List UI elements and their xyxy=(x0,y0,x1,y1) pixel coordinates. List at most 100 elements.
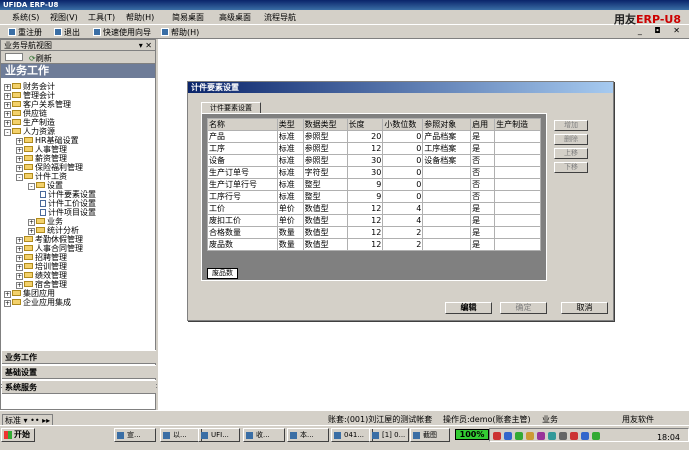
table-cell[interactable]: 是 xyxy=(470,202,496,215)
table-cell[interactable]: 单价 xyxy=(276,202,304,215)
table-cell[interactable]: 工价 xyxy=(207,202,278,215)
help-button[interactable]: 帮助(H) xyxy=(161,27,199,38)
scrap-count-label[interactable]: 废品数 xyxy=(207,268,238,279)
column-header[interactable]: 类型 xyxy=(276,118,304,131)
menu-view[interactable]: 视图(V) xyxy=(50,12,78,23)
table-cell[interactable] xyxy=(422,190,472,203)
column-header[interactable]: 启用 xyxy=(470,118,496,131)
table-cell[interactable]: 标准 xyxy=(276,166,304,179)
taskbar-task[interactable]: 以... xyxy=(160,428,202,442)
taskbar-task[interactable]: 截图 xyxy=(410,428,450,442)
tree-node[interactable]: + 集团应用 xyxy=(4,289,55,298)
table-cell[interactable]: 12 xyxy=(346,214,384,227)
table-cell[interactable]: 否 xyxy=(470,190,496,203)
expand-toggle-icon[interactable]: + xyxy=(16,255,23,262)
table-cell[interactable] xyxy=(494,202,541,215)
tray-icon[interactable] xyxy=(559,432,567,440)
table-row[interactable]: 合格数量 数量 数值型 12 2 是 xyxy=(207,226,541,239)
tree-node[interactable]: + 生产制造 xyxy=(4,118,55,127)
table-cell[interactable]: 数值型 xyxy=(302,238,348,251)
table-cell[interactable]: 0 xyxy=(382,190,424,203)
table-cell[interactable]: 废品数 xyxy=(207,238,278,251)
table-cell[interactable]: 0 xyxy=(382,154,424,167)
table-cell[interactable]: 2 xyxy=(382,226,424,239)
expand-toggle-icon[interactable]: + xyxy=(16,282,23,289)
table-cell[interactable]: 否 xyxy=(470,178,496,191)
table-cell[interactable]: 参照型 xyxy=(302,154,348,167)
expand-toggle-icon[interactable]: + xyxy=(4,111,11,118)
tree-node[interactable]: + 保险福利管理 xyxy=(16,163,83,172)
column-header[interactable]: 长度 xyxy=(346,118,384,131)
tree-node[interactable]: + 宿舍管理 xyxy=(16,280,67,289)
table-cell[interactable] xyxy=(422,166,472,179)
table-cell[interactable]: 9 xyxy=(346,178,384,191)
table-cell[interactable]: 30 xyxy=(346,154,384,167)
tree-node[interactable]: + 绩效管理 xyxy=(16,271,67,280)
exit-button[interactable]: 退出 xyxy=(54,27,80,38)
expand-toggle-icon[interactable]: + xyxy=(4,300,11,307)
window-controls[interactable]: _ ◘ ✕ xyxy=(638,26,685,35)
table-cell[interactable]: 产品档案 xyxy=(422,130,472,143)
move-up-button[interactable]: 上移 xyxy=(554,148,588,159)
table-cell[interactable]: 设备档案 xyxy=(422,154,472,167)
taskbar-task[interactable]: UFI... xyxy=(198,428,240,442)
tray-icon[interactable] xyxy=(592,432,600,440)
expand-toggle-icon[interactable]: + xyxy=(16,273,23,280)
table-cell[interactable]: 12 xyxy=(346,142,384,155)
expand-toggle-icon[interactable]: + xyxy=(4,120,11,127)
table-cell[interactable] xyxy=(494,166,541,179)
table-cell[interactable]: 12 xyxy=(346,238,384,251)
table-cell[interactable]: 字符型 xyxy=(302,166,348,179)
tray-icon[interactable] xyxy=(581,432,589,440)
taskbar-task[interactable]: 041... xyxy=(331,428,373,442)
table-cell[interactable] xyxy=(422,214,472,227)
expand-toggle-icon[interactable]: + xyxy=(28,219,35,226)
tree-node[interactable]: - 设置 xyxy=(28,181,63,190)
table-row[interactable]: 生产订单行号 标准 整型 9 0 否 xyxy=(207,178,541,191)
column-header[interactable]: 参照对象 xyxy=(422,118,472,131)
menu-help[interactable]: 帮助(H) xyxy=(126,12,154,23)
table-cell[interactable]: 30 xyxy=(346,166,384,179)
table-cell[interactable] xyxy=(422,202,472,215)
table-cell[interactable]: 0 xyxy=(382,142,424,155)
table-cell[interactable]: 标准 xyxy=(276,130,304,143)
table-cell[interactable]: 标准 xyxy=(276,190,304,203)
table-cell[interactable]: 工序 xyxy=(207,142,278,155)
menu-tools[interactable]: 工具(T) xyxy=(88,12,115,23)
table-row[interactable]: 废品数 数量 数值型 12 2 是 xyxy=(207,238,541,251)
table-cell[interactable]: 数值型 xyxy=(302,202,348,215)
table-cell[interactable]: 是 xyxy=(470,226,496,239)
table-cell[interactable]: 20 xyxy=(346,130,384,143)
tray-icon[interactable] xyxy=(537,432,545,440)
table-row[interactable]: 产品 标准 参照型 20 0 产品档案是 xyxy=(207,130,541,143)
menu-system[interactable]: 系统(S) xyxy=(12,12,39,23)
table-cell[interactable] xyxy=(422,226,472,239)
column-header[interactable]: 生产制造 xyxy=(494,118,541,131)
table-cell[interactable]: 0 xyxy=(382,130,424,143)
tree-node[interactable]: + 培训管理 xyxy=(16,262,67,271)
tree-node[interactable]: + 财务会计 xyxy=(4,82,55,91)
tree-node[interactable]: + 统计分析 xyxy=(28,226,79,235)
table-row[interactable]: 废扣工价 单价 数值型 12 4 是 xyxy=(207,214,541,227)
expand-toggle-icon[interactable]: + xyxy=(16,237,23,244)
tree-node[interactable]: + 管理会计 xyxy=(4,91,55,100)
table-cell[interactable]: 是 xyxy=(470,142,496,155)
expand-toggle-icon[interactable]: + xyxy=(16,147,23,154)
menu-simple-desktop[interactable]: 简易桌面 xyxy=(172,12,204,23)
table-cell[interactable]: 12 xyxy=(346,202,384,215)
view-dropdown[interactable] xyxy=(5,53,23,61)
table-cell[interactable]: 生产订单行号 xyxy=(207,178,278,191)
table-cell[interactable]: 数量 xyxy=(276,238,304,251)
section-base-settings[interactable]: 基础设置 xyxy=(2,365,156,379)
expand-toggle-icon[interactable]: + xyxy=(28,228,35,235)
taskbar-task[interactable]: 宣... xyxy=(114,428,156,442)
table-cell[interactable] xyxy=(422,178,472,191)
table-row[interactable]: 设备 标准 参照型 30 0 设备档案否 xyxy=(207,154,541,167)
tree-node[interactable]: + 企业应用集成 xyxy=(4,298,71,307)
tray-icon[interactable] xyxy=(526,432,534,440)
expand-toggle-icon[interactable]: + xyxy=(16,264,23,271)
table-cell[interactable]: 是 xyxy=(470,130,496,143)
table-cell[interactable]: 9 xyxy=(346,190,384,203)
tree-node[interactable]: + HR基础设置 xyxy=(16,136,79,145)
table-cell[interactable]: 数值型 xyxy=(302,226,348,239)
